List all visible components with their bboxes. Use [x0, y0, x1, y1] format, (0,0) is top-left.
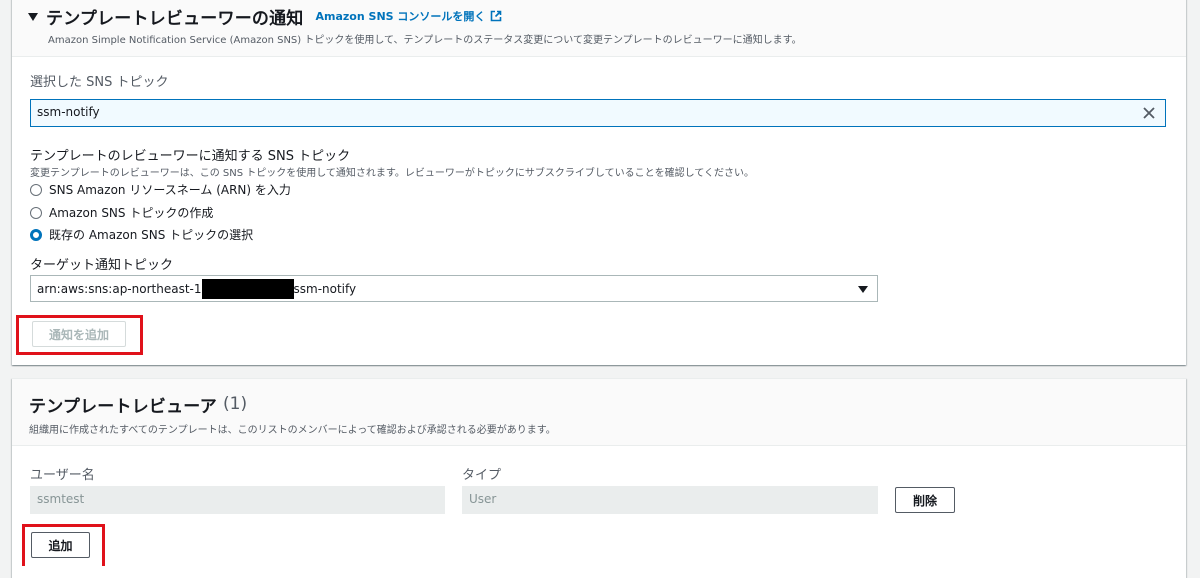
- radio-label-arn: SNS Amazon リソースネーム (ARN) を入力: [49, 183, 291, 197]
- reviewers-description: 組織用に作成されたすべてのテンプレートは、このリストのメンバーによって確認および…: [29, 425, 556, 436]
- radio-label-create: Amazon SNS トピックの作成: [49, 206, 214, 220]
- notifications-panel: テンプレートレビューワーの通知 Amazon SNS コンソールを開く Amaz…: [12, 0, 1186, 365]
- collapse-caret-icon[interactable]: [28, 13, 38, 21]
- radio-button-checked[interactable]: [30, 228, 42, 241]
- redacted-account-id: [201, 278, 294, 299]
- radio-option-create[interactable]: Amazon SNS トピックの作成: [30, 204, 213, 221]
- topic-group-label: テンプレートのレビューワーに通知する SNS トピック: [30, 149, 351, 164]
- selected-topic-value: ssm-notify: [37, 105, 100, 119]
- radio-option-arn[interactable]: SNS Amazon リソースネーム (ARN) を入力: [30, 181, 291, 198]
- target-topic-suffix: ssm-notify: [293, 281, 357, 296]
- target-topic-select[interactable]: arn:aws:sns:ap-northeast-1 ssm-notify: [30, 275, 878, 302]
- target-topic-prefix: arn:aws:sns:ap-northeast-1: [37, 281, 202, 296]
- radio-label-existing: 既存の Amazon SNS トピックの選択: [49, 228, 254, 242]
- selected-topic-token: ssm-notify: [30, 99, 1166, 127]
- reviewers-count: (1): [223, 394, 248, 414]
- topic-group-description: 変更テンプレートのレビューワーは、この SNS トピックを使用して通知されます。…: [30, 168, 755, 179]
- chevron-down-icon: [858, 286, 868, 293]
- notifications-title: テンプレートレビューワーの通知: [46, 8, 304, 29]
- reviewers-header: テンプレートレビューア (1) 組織用に作成されたすべてのテンプレートは、このリ…: [12, 379, 1186, 446]
- notifications-description: Amazon Simple Notification Service (Amaz…: [48, 35, 802, 46]
- highlight-box: [22, 524, 105, 566]
- delete-reviewer-button[interactable]: 削除: [895, 487, 955, 513]
- reviewers-panel: テンプレートレビューア (1) 組織用に作成されたすべてのテンプレートは、このリ…: [12, 378, 1186, 578]
- sns-console-link[interactable]: Amazon SNS コンソールを開く: [316, 8, 503, 24]
- target-topic-label: ターゲット通知トピック: [30, 258, 174, 273]
- radio-option-existing[interactable]: 既存の Amazon SNS トピックの選択: [30, 226, 253, 243]
- reviewers-title: テンプレートレビューア: [29, 396, 218, 417]
- external-link-icon: [491, 10, 502, 22]
- radio-button[interactable]: [30, 206, 42, 219]
- type-label: タイプ: [462, 468, 502, 483]
- username-label: ユーザー名: [30, 468, 95, 483]
- selected-topic-label: 選択した SNS トピック: [30, 75, 169, 90]
- close-icon[interactable]: [1141, 105, 1157, 121]
- highlight-box: [16, 315, 143, 355]
- type-field: User: [462, 486, 878, 514]
- notifications-header: テンプレートレビューワーの通知 Amazon SNS コンソールを開く Amaz…: [12, 0, 1186, 57]
- sns-console-link-label: Amazon SNS コンソールを開く: [315, 10, 486, 23]
- radio-button[interactable]: [30, 183, 42, 196]
- username-field: ssmtest: [30, 486, 445, 514]
